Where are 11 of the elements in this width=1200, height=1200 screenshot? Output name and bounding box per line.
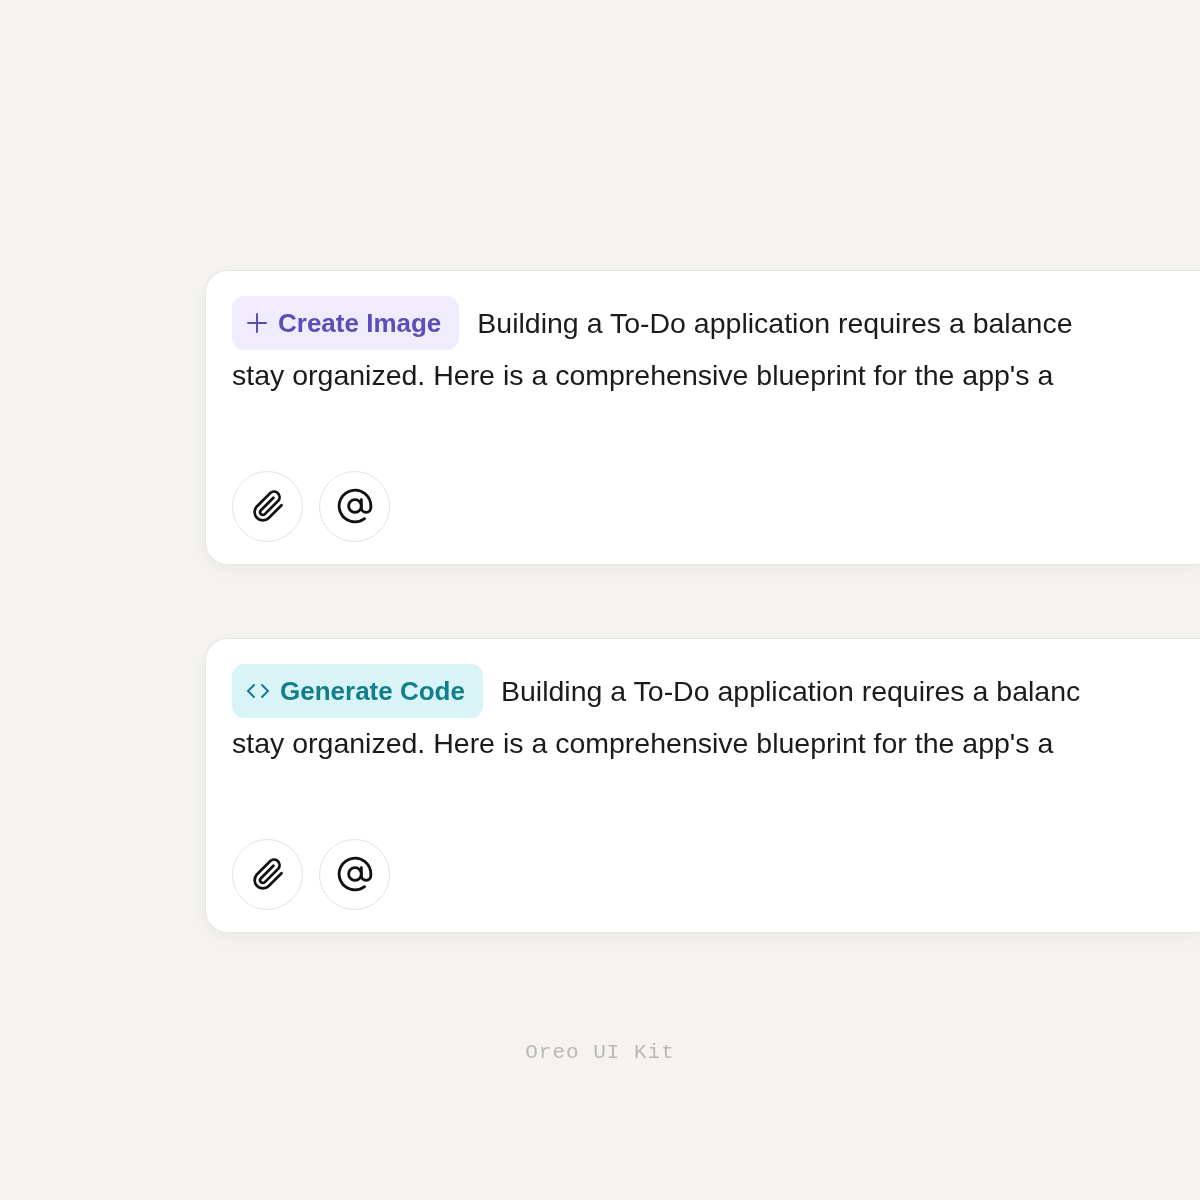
code-icon: [246, 683, 270, 699]
prompt-text: Building a To-Do application requires a balanc: [500, 673, 1081, 709]
action-chip[interactable]: Generate Code: [232, 664, 483, 718]
at-sign-icon: [335, 855, 374, 894]
prompt-text: stay organized. Here is a comprehensive blueprint for the app's a: [232, 358, 1055, 393]
footer-caption: Oreo UI Kit: [525, 1041, 675, 1064]
at-sign-icon: [335, 487, 374, 526]
action-chip[interactable]: Create Image: [232, 296, 460, 350]
plus-icon: [246, 312, 268, 334]
prompt-text: Building a To-Do application requires a balance: [477, 305, 1073, 341]
prompt-text: stay organized. Here is a comprehensive blueprint for the app's a: [232, 726, 1055, 761]
